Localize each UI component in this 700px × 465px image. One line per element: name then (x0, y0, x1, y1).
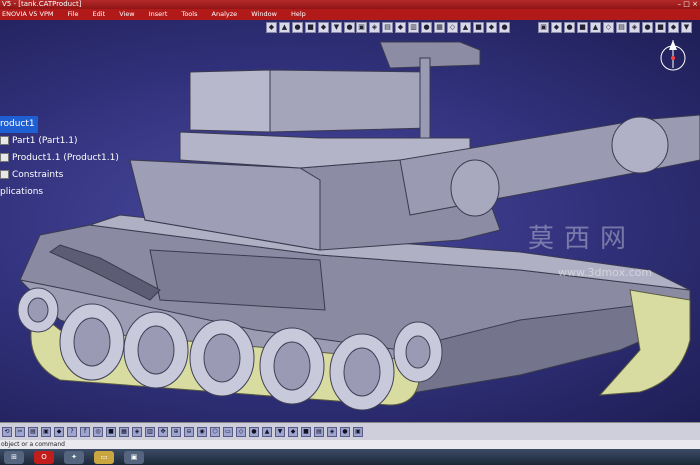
tool-icon[interactable]: ✂ (15, 426, 25, 437)
menu-brand[interactable]: ENOVIA V5 VPM (0, 9, 59, 20)
tool-icon[interactable]: ⊖ (184, 426, 194, 437)
gun-barrel (399, 114, 700, 217)
constraints-icon (0, 170, 9, 179)
specification-tree: roduct1 Part1 (Part1.1) Product1.1 (Prod… (0, 116, 119, 201)
window-title: V5 - [tank.CATProduct] (2, 0, 82, 8)
tool-icon[interactable]: ⊕ (171, 426, 181, 437)
close-button[interactable]: × (692, 0, 698, 8)
menu-window[interactable]: Window (245, 9, 283, 20)
command-prompt: object or a command (1, 441, 65, 448)
window-controls: – □ × (678, 0, 698, 9)
tool-icon[interactable]: ▤ (314, 426, 324, 437)
tree-item-applications[interactable]: plications (0, 184, 119, 201)
os-taskbar: ⊞ O ✦ ▭ ▣ (0, 449, 700, 465)
product-icon (0, 153, 9, 162)
maximize-button[interactable]: □ (683, 0, 690, 8)
turret (129, 41, 501, 251)
tool-icon[interactable]: ✥ (158, 426, 168, 437)
tool-icon[interactable]: ▦ (119, 426, 129, 437)
tool-icon[interactable]: ● (340, 426, 350, 437)
minimize-button[interactable]: – (678, 0, 682, 8)
tree-item-constraints[interactable]: Constraints (0, 167, 119, 184)
compass-icon[interactable] (656, 38, 690, 72)
tree-item-part1[interactable]: Part1 (Part1.1) (0, 133, 119, 150)
watermark-url: www.3dmox.com (558, 266, 653, 279)
window-icon[interactable]: ▣ (124, 450, 144, 464)
tool-icon[interactable]: ▤ (28, 426, 38, 437)
3d-viewport[interactable]: ◆ ▲ ● ■ ◆ ▼ ● ▣ ◈ ▤ ◆ ▥ ● ▦ ◇ ▲ ■ ◆ ● ▣ … (0, 20, 700, 422)
start-icon[interactable]: ⊞ (4, 450, 24, 464)
opera-icon[interactable]: O (34, 450, 54, 464)
tool-icon[interactable]: ▥ (145, 426, 155, 437)
tool-icon[interactable]: ■ (301, 426, 311, 437)
tool-icon[interactable]: ▭ (223, 426, 233, 437)
menu-help[interactable]: Help (285, 9, 312, 20)
tool-icon[interactable]: ▼ (275, 426, 285, 437)
folder-icon[interactable]: ▭ (94, 450, 114, 464)
tool-icon[interactable]: ▣ (41, 426, 51, 437)
tool-icon[interactable]: ■ (106, 426, 116, 437)
tool-icon[interactable]: ◆ (288, 426, 298, 437)
menu-edit[interactable]: Edit (87, 9, 112, 20)
tool-icon[interactable]: ? (67, 426, 77, 437)
tool-icon[interactable]: ⟲ (2, 426, 12, 437)
command-bar[interactable]: object or a command (0, 440, 700, 449)
tool-icon[interactable]: ◆ (54, 426, 64, 437)
tool-icon[interactable]: ⬡ (210, 426, 220, 437)
watermark-text: 莫西网 (528, 224, 637, 254)
part-icon (0, 136, 9, 145)
window-titlebar: V5 - [tank.CATProduct] – □ × (0, 0, 700, 9)
menu-insert[interactable]: Insert (143, 9, 174, 20)
menu-bar: ENOVIA V5 VPM File Edit View Insert Tool… (0, 9, 700, 20)
tool-icon[interactable]: f (80, 426, 90, 437)
menu-tools[interactable]: Tools (175, 9, 203, 20)
bottom-toolbar: ⟲ ✂ ▤ ▣ ◆ ? f ◎ ■ ▦ ◈ ▥ ✥ ⊕ ⊖ ◉ ⬡ ▭ ◇ ● … (0, 422, 700, 440)
catia-icon[interactable]: ✦ (64, 450, 84, 464)
tool-icon[interactable]: ◎ (93, 426, 103, 437)
tool-icon[interactable]: ● (249, 426, 259, 437)
tool-icon[interactable]: ▣ (353, 426, 363, 437)
tree-item-root[interactable]: roduct1 (0, 116, 38, 133)
tool-icon[interactable]: ◈ (327, 426, 337, 437)
tool-icon[interactable]: ▲ (262, 426, 272, 437)
tool-icon[interactable]: ◇ (236, 426, 246, 437)
tree-item-product[interactable]: Product1.1 (Product1.1) (0, 150, 119, 167)
tool-icon[interactable]: ◈ (132, 426, 142, 437)
menu-file[interactable]: File (62, 9, 85, 20)
tool-icon[interactable]: ◉ (197, 426, 207, 437)
menu-view[interactable]: View (113, 9, 140, 20)
menu-analyze[interactable]: Analyze (206, 9, 244, 20)
